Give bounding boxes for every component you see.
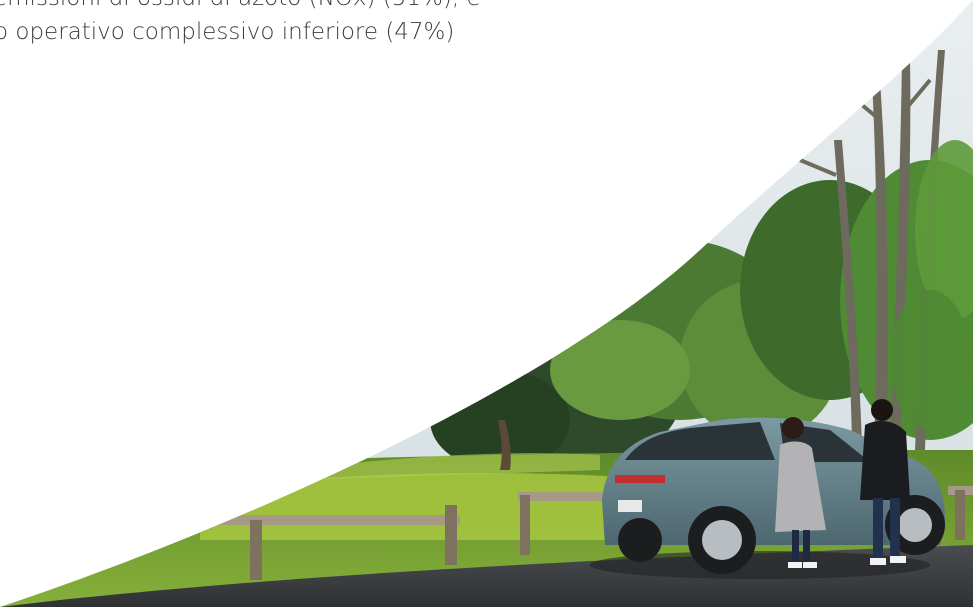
sunny-lawn — [200, 473, 640, 540]
text-line-2: o operativo complessivo inferiore (47%) — [0, 19, 455, 45]
park-photo — [0, 0, 973, 607]
text-line-1: emissioni di ossidi di azoto (NOx) (51%)… — [0, 0, 640, 15]
body-text: emissioni di ossidi di azoto (NOx) (51%)… — [0, 0, 640, 49]
page: emissioni di ossidi di azoto (NOx) (51%)… — [0, 0, 973, 607]
